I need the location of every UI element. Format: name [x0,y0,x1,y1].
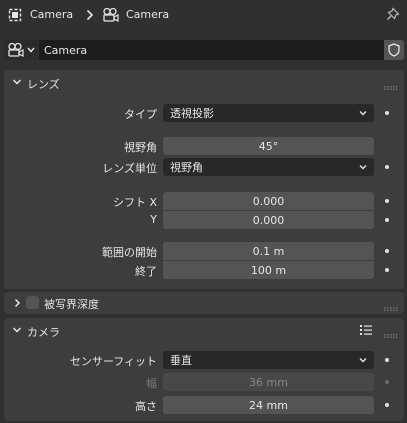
camera-data-icon [101,6,121,24]
keyframe-dot[interactable] [385,268,389,272]
chevron-down-icon [358,355,368,365]
camera-panel: カメラ センサーフィット 垂直 幅 36 mm 高さ 24 mm [4,318,404,421]
datablock-selector-row: Camera [4,40,404,60]
chevron-down-icon [11,324,23,336]
pin-icon[interactable] [385,6,401,24]
type-value: 透視投影 [170,107,214,120]
keyframe-dot[interactable] [385,199,389,203]
drag-grip-icon[interactable] [384,328,398,338]
lens-unit-label: レンズ単位 [102,162,157,175]
type-label: タイプ [124,108,157,121]
camera-panel-header[interactable]: カメラ [4,318,404,342]
sensor-fit-dropdown[interactable]: 垂直 [163,351,374,369]
shield-icon [388,43,400,57]
lens-panel-title: レンズ [27,78,60,91]
sensor-width-field: 36 mm [163,373,374,391]
clip-end-label: 終了 [135,265,157,278]
chevron-down-icon [27,47,35,53]
breadcrumb-data-name[interactable]: Camera [126,8,169,21]
chevron-right-icon [84,8,96,22]
sensor-width-label: 幅 [146,377,157,390]
keyframe-dot[interactable] [385,358,389,362]
lens-panel-header[interactable]: レンズ [4,70,404,94]
keyframe-dot[interactable] [385,218,389,222]
sensor-fit-value: 垂直 [170,354,192,367]
datablock-browse-button[interactable] [4,40,38,60]
keyframe-dot[interactable] [385,165,389,169]
sensor-height-field[interactable]: 24 mm [163,396,374,414]
datablock-name-field[interactable]: Camera [39,40,384,60]
lens-unit-value: 視野角 [170,161,203,174]
keyframe-dot[interactable] [385,111,389,115]
chevron-down-icon [11,76,23,88]
dof-panel: 被写界深度 [4,292,404,314]
shift-y-label: Y [150,213,157,226]
preset-list-icon[interactable] [359,323,373,337]
clip-end-field[interactable]: 100 m [163,261,374,279]
type-dropdown[interactable]: 透視投影 [163,104,374,122]
keyframe-dot[interactable] [385,403,389,407]
keyframe-dot[interactable] [385,249,389,253]
fake-user-button[interactable] [384,40,404,60]
lens-panel: レンズ タイプ 透視投影 視野角 45° レンズ単位 視野角 シフト X 0.0… [4,70,404,289]
lens-unit-dropdown[interactable]: 視野角 [163,158,374,176]
shift-y-field[interactable]: 0.000 [163,211,374,229]
properties-header: Camera Camera [0,0,407,30]
drag-grip-icon[interactable] [384,301,398,311]
dof-panel-header[interactable]: 被写界深度 [4,292,404,314]
shift-x-field[interactable]: 0.000 [163,192,374,210]
shift-x-label: シフト X [112,196,157,209]
chevron-down-icon [358,162,368,172]
chevron-right-icon [11,297,23,309]
sensor-height-label: 高さ [135,400,157,413]
fov-label: 視野角 [124,141,157,154]
camera-panel-title: カメラ [27,326,60,339]
clip-start-field[interactable]: 0.1 m [163,242,374,260]
camera-data-icon [7,42,25,58]
breadcrumb-object-name[interactable]: Camera [30,8,73,21]
drag-grip-icon[interactable] [384,80,398,90]
clip-start-label: 範囲の開始 [102,246,157,259]
object-data-icon [7,7,23,23]
dof-enable-checkbox[interactable] [26,296,39,309]
chevron-down-icon [358,108,368,118]
keyframe-dot [385,380,389,384]
sensor-fit-label: センサーフィット [69,355,157,368]
dof-panel-title: 被写界深度 [44,298,99,311]
fov-field[interactable]: 45° [163,137,374,155]
